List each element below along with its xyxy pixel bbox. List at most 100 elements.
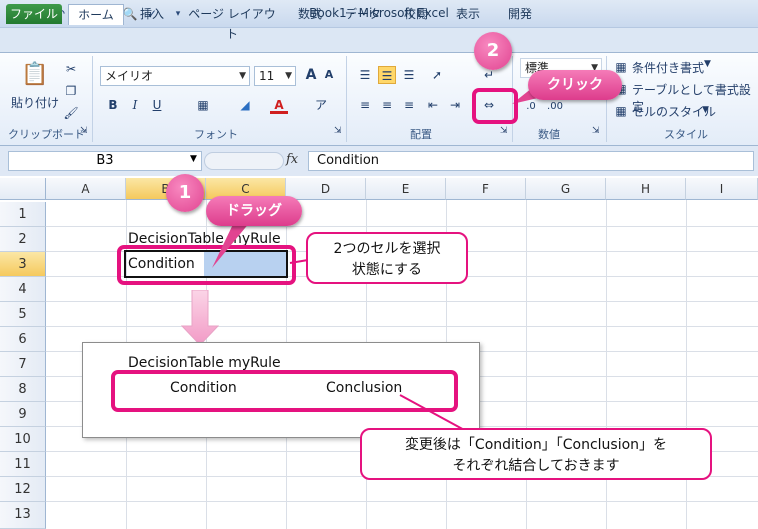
column-header-a[interactable]: A	[46, 178, 126, 200]
select-note-callout: 2つのセルを選択 状態にする	[306, 232, 468, 284]
merge-button-highlight	[472, 88, 518, 124]
down-arrow-icon	[180, 290, 220, 346]
alignment-group-label: 配置	[410, 128, 432, 141]
shrink-font-icon[interactable]: A	[320, 66, 338, 84]
ribbon-tab-row	[0, 28, 758, 52]
align-left-icon[interactable]: ≡	[356, 96, 374, 114]
step1-drag-label: ドラッグ	[206, 196, 302, 226]
align-bottom-icon[interactable]: ☰	[400, 66, 418, 84]
preview-highlight-box	[111, 370, 458, 412]
tab-file[interactable]: ファイル	[6, 4, 62, 24]
align-middle-icon[interactable]: ☰	[378, 66, 396, 84]
orientation-icon[interactable]: ➚	[428, 66, 446, 84]
decrease-decimal-icon[interactable]: .00	[546, 98, 564, 116]
select-note-line1: 2つのセルを選択	[333, 241, 441, 257]
font-launcher-icon[interactable]: ⇲	[334, 126, 342, 136]
font-color-button[interactable]: A	[270, 96, 288, 114]
cell-styles-icon[interactable]: ▦	[612, 102, 630, 120]
tab-review[interactable]: 校閲	[396, 4, 436, 24]
step1-number-badge: 1	[166, 174, 204, 212]
row-header-12[interactable]: 12	[0, 477, 46, 502]
grow-font-icon[interactable]: A	[302, 66, 320, 84]
format-painter-icon[interactable]: 🖌	[62, 104, 80, 122]
step2-number-badge: 2	[474, 32, 512, 70]
tab-developer[interactable]: 開発	[500, 4, 540, 24]
merge-note-line2: それぞれ結合しておきます	[452, 458, 620, 474]
clipboard-launcher-icon[interactable]: ⇲	[80, 126, 88, 136]
align-top-icon[interactable]: ☰	[356, 66, 374, 84]
merge-note-line1: 変更後は「Condition」「Conclusion」を	[404, 437, 668, 453]
chevron-down-icon: ▼	[239, 71, 246, 81]
column-header-d[interactable]: D	[286, 178, 366, 200]
chevron-down-icon[interactable]: ▼	[704, 59, 711, 69]
paste-button-label[interactable]: 貼り付け	[10, 94, 60, 111]
font-group-label: フォント	[194, 128, 238, 141]
group-separator	[92, 56, 93, 142]
column-header-h[interactable]: H	[606, 178, 686, 200]
italic-button[interactable]: I	[126, 96, 144, 114]
select-note-line2: 状態にする	[351, 262, 423, 278]
name-box[interactable]: B3	[8, 151, 202, 171]
row-header-10[interactable]: 10	[0, 427, 46, 452]
align-right-icon[interactable]: ≡	[400, 96, 418, 114]
column-header-e[interactable]: E	[366, 178, 446, 200]
group-separator	[346, 56, 347, 142]
row-header-1[interactable]: 1	[0, 202, 46, 227]
fx-icon[interactable]: fx	[286, 152, 298, 167]
row-header-7[interactable]: 7	[0, 352, 46, 377]
alignment-launcher-icon[interactable]: ⇲	[500, 126, 508, 136]
tab-page-layout[interactable]: ページ レイアウト	[184, 4, 280, 41]
decrease-indent-icon[interactable]: ⇤	[424, 96, 442, 114]
select-all-corner[interactable]	[0, 178, 46, 200]
row-header-11[interactable]: 11	[0, 452, 46, 477]
font-size-value: 11	[259, 69, 275, 83]
gridline	[46, 501, 758, 502]
formula-bar-handle[interactable]	[204, 152, 284, 170]
font-name-combo[interactable]: メイリオ ▼	[100, 66, 250, 86]
font-name-value: メイリオ	[105, 69, 154, 83]
row-header-8[interactable]: 8	[0, 377, 46, 402]
styles-group-label: スタイル	[664, 128, 708, 141]
column-header-g[interactable]: G	[526, 178, 606, 200]
tab-insert[interactable]: 挿入	[132, 4, 172, 24]
clipboard-group-label: クリップボード	[8, 128, 85, 141]
row-header-2[interactable]: 2	[0, 227, 46, 252]
formula-input[interactable]: Condition	[308, 151, 754, 171]
number-launcher-icon[interactable]: ⇲	[592, 126, 600, 136]
chevron-down-icon: ▼	[285, 71, 292, 81]
phonetic-icon[interactable]: ア	[312, 96, 330, 114]
copy-icon[interactable]: ❐	[62, 82, 80, 100]
row-header-5[interactable]: 5	[0, 302, 46, 327]
underline-button[interactable]: U	[148, 96, 166, 114]
column-header-i[interactable]: I	[686, 178, 758, 200]
row-header-13[interactable]: 13	[0, 502, 46, 529]
fill-color-icon[interactable]: ◢	[236, 96, 254, 114]
chevron-down-icon[interactable]: ▼	[702, 105, 709, 115]
tab-view[interactable]: 表示	[448, 4, 488, 24]
borders-icon[interactable]: ▦	[194, 96, 212, 114]
bold-button[interactable]: B	[104, 96, 122, 114]
preview-title: DecisionTable myRule	[128, 355, 281, 371]
chevron-down-icon[interactable]: ▼	[190, 154, 197, 164]
row-header-6[interactable]: 6	[0, 327, 46, 352]
selection-highlight-box	[117, 245, 296, 285]
increase-indent-icon[interactable]: ⇥	[446, 96, 464, 114]
tab-home[interactable]: ホーム	[68, 4, 124, 25]
cut-icon[interactable]: ✂	[62, 60, 80, 78]
align-center-icon[interactable]: ≡	[378, 96, 396, 114]
row-header-3[interactable]: 3	[0, 252, 46, 277]
gridline	[46, 326, 758, 327]
gridline	[46, 301, 758, 302]
font-size-combo[interactable]: 11 ▼	[254, 66, 296, 86]
column-header-f[interactable]: F	[446, 178, 526, 200]
number-group-label: 数値	[538, 128, 560, 141]
tab-data[interactable]: データ	[340, 4, 386, 24]
conditional-format-button[interactable]: 条件付き書式	[632, 59, 704, 76]
paste-icon[interactable]: 📋	[20, 60, 50, 90]
row-header-4[interactable]: 4	[0, 277, 46, 302]
merge-note-callout: 変更後は「Condition」「Conclusion」を それぞれ結合しておきま…	[360, 428, 712, 480]
row-header-9[interactable]: 9	[0, 402, 46, 427]
step2-click-label: クリック	[528, 70, 622, 100]
tab-formulas[interactable]: 数式	[290, 4, 330, 24]
increase-decimal-icon[interactable]: .0	[522, 98, 540, 116]
